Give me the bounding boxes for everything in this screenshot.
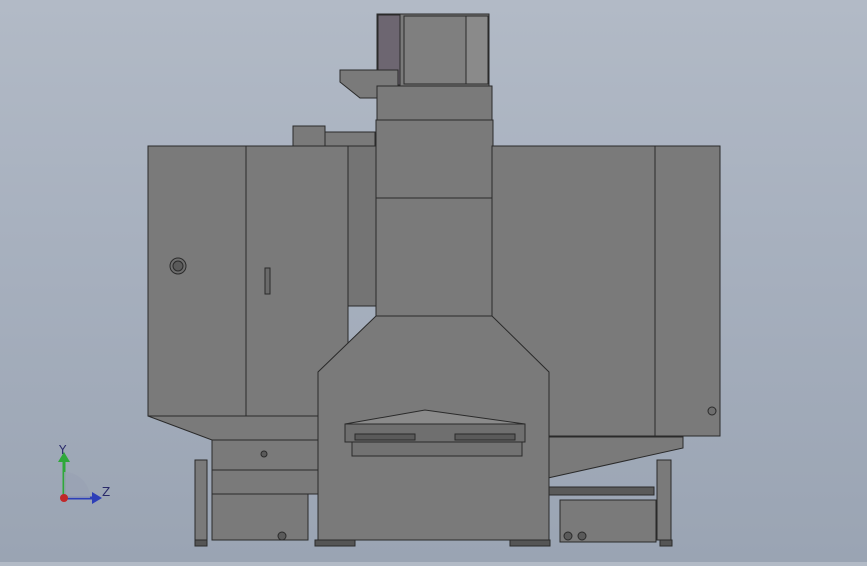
right-leg (656, 459, 672, 541)
cad-viewport[interactable]: Y Z (0, 0, 867, 562)
left-lower-skirt (147, 415, 319, 441)
lower-left-base (211, 469, 319, 495)
right-panel-port-icon (707, 406, 717, 416)
axis-triad: Y Z (50, 440, 120, 510)
left-top-box (292, 125, 326, 147)
left-top-box-2 (324, 131, 376, 147)
left-leg (194, 459, 208, 541)
table-slot-right (454, 433, 516, 441)
left-panel (147, 145, 247, 417)
y-axis-label: Y (59, 443, 67, 457)
table-slot-left (354, 433, 416, 441)
left-inner-panel (347, 145, 377, 307)
right-end-panel (654, 145, 721, 437)
lower-right-box (559, 499, 657, 543)
top-housing-light-panel (465, 15, 489, 85)
top-housing-inner (403, 15, 467, 85)
machine-model[interactable] (0, 0, 867, 562)
table-carriage (351, 441, 523, 457)
spindle-head-upper (376, 85, 493, 121)
door-handle (264, 267, 271, 295)
lower-right-rail (548, 486, 655, 496)
z-axis-label: Z (102, 485, 111, 499)
column (375, 197, 493, 317)
spindle-head (375, 119, 494, 199)
lower-left-box (211, 493, 309, 541)
